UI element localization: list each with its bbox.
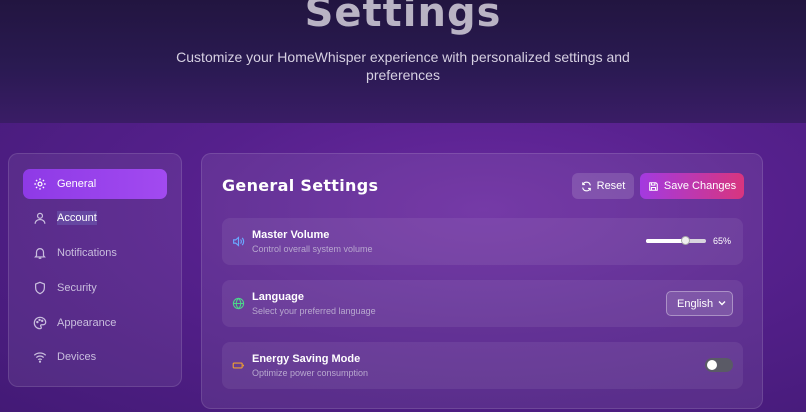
energy-saving-toggle[interactable] [705,358,733,372]
sidebar-item-label: Security [57,282,97,294]
page-header: Settings Customize your HomeWhisper expe… [0,0,806,123]
gear-icon [33,177,47,191]
sidebar-item-label: Appearance [57,317,117,329]
shield-icon [33,281,47,295]
setting-row-language: Language Select your preferred language … [222,280,743,327]
setting-description: Select your preferred language [252,306,376,316]
settings-sidebar: General Account Notifications Security A… [8,153,182,387]
volume-icon [232,235,245,248]
sidebar-item-label: Devices [57,351,97,363]
save-changes-button[interactable]: Save Changes [640,173,744,199]
toggle-knob [707,360,717,370]
page-subtitle: Customize your HomeWhisper experience wi… [176,49,630,83]
reset-label: Reset [596,180,626,192]
refresh-icon [581,181,591,191]
volume-slider-thumb[interactable] [680,236,690,245]
setting-description: Control overall system volume [252,244,373,254]
bell-icon [33,246,47,260]
save-icon [649,181,658,191]
palette-icon [33,316,47,330]
language-selected-value: English [677,297,714,310]
chevron-down-icon [718,301,726,306]
sidebar-item-account[interactable]: Account [23,203,167,233]
general-settings-panel: General Settings Reset Save Changes Mast… [201,153,763,409]
sidebar-item-devices[interactable]: Devices [23,342,167,372]
wifi-icon [33,350,47,364]
setting-description: Optimize power consumption [252,368,369,378]
sidebar-item-security[interactable]: Security [23,273,167,303]
volume-slider-fill [646,239,685,243]
sidebar-item-label: Notifications [57,247,117,259]
sidebar-item-label: Account [57,211,97,225]
page-title: Settings [304,0,502,36]
setting-title: Energy Saving Mode [252,353,361,365]
setting-title: Language [252,291,304,303]
setting-row-master-volume: Master Volume Control overall system vol… [222,218,743,265]
save-label: Save Changes [663,180,737,192]
sidebar-item-label: General [57,178,97,190]
globe-icon [232,297,245,310]
panel-title: General Settings [222,176,379,195]
user-icon [33,211,47,225]
reset-button[interactable]: Reset [572,173,634,199]
sidebar-item-notifications[interactable]: Notifications [23,238,167,268]
battery-icon [232,359,245,372]
volume-value: 65% [713,236,732,246]
volume-slider[interactable] [646,236,706,245]
setting-title: Master Volume [252,229,330,241]
language-select[interactable]: English [666,291,733,316]
sidebar-item-appearance[interactable]: Appearance [23,308,167,338]
sidebar-item-general[interactable]: General [23,169,167,199]
setting-row-energy-saving: Energy Saving Mode Optimize power consum… [222,342,743,389]
